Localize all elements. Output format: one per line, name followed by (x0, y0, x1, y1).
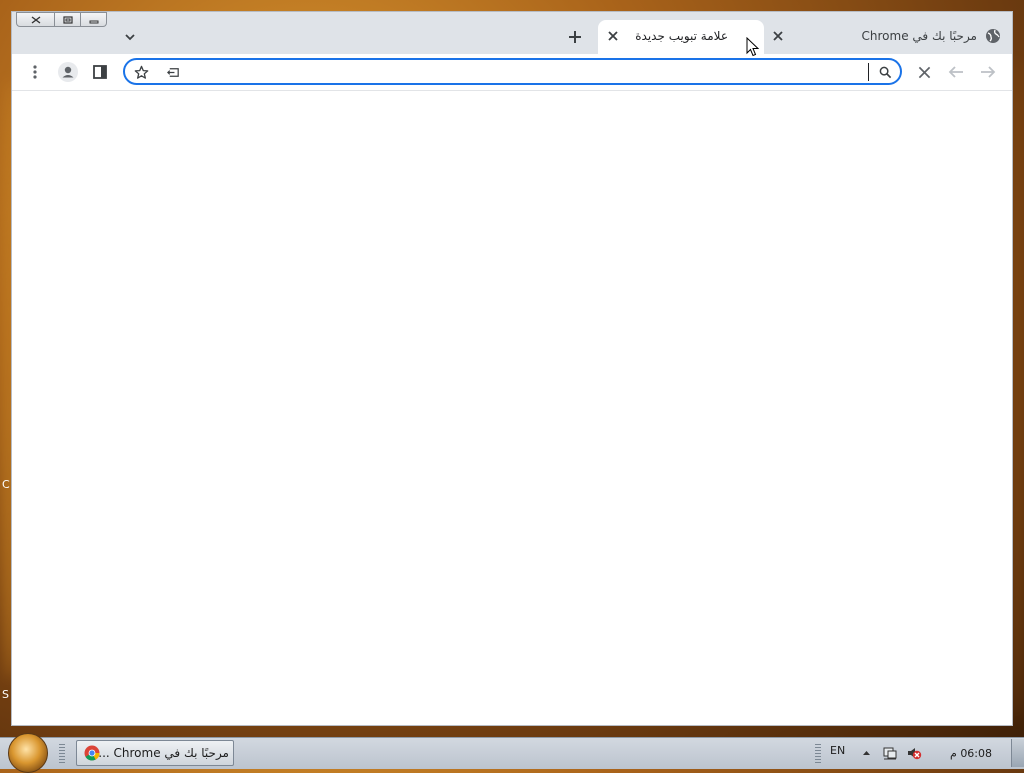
bookmark-star-button[interactable] (132, 63, 150, 81)
volume-muted-icon[interactable] (906, 745, 922, 761)
taskbar: مرحبًا بك في Chrome ... EN 06:08 م (0, 733, 1024, 773)
arrow-right-icon (981, 66, 996, 78)
speaker-muted-icon (908, 748, 922, 760)
network-icon[interactable] (882, 745, 898, 761)
search-icon (879, 66, 891, 78)
text-caret (868, 63, 869, 81)
tray-grip[interactable] (815, 744, 821, 764)
tab-strip: علامة تبويب جديدة مرحبًا بك في Chrome (12, 12, 1012, 54)
tab-search-button[interactable] (120, 27, 140, 47)
kebab-menu-icon (33, 65, 37, 79)
window-minimize-button[interactable] (81, 12, 107, 27)
menu-button[interactable] (24, 61, 46, 83)
share-button[interactable] (164, 63, 182, 81)
star-icon (134, 65, 148, 79)
window-restore-button[interactable] (55, 12, 81, 27)
tab-title: علامة تبويب جديدة (635, 29, 728, 43)
profile-avatar-icon (58, 62, 78, 82)
side-panel-icon (93, 65, 107, 79)
new-tab-button[interactable] (563, 25, 587, 49)
close-icon (31, 15, 40, 24)
taskbar-grip[interactable] (59, 744, 65, 764)
page-content (12, 91, 1012, 725)
forward-button[interactable] (977, 61, 999, 83)
language-indicator[interactable]: EN (830, 744, 845, 757)
chevron-up-icon (862, 751, 870, 755)
desktop-icon-label-c: C (2, 478, 10, 491)
chrome-window: علامة تبويب جديدة مرحبًا بك في Chrome (11, 11, 1013, 726)
window-close-button[interactable] (16, 12, 55, 27)
network-icon-graphic (883, 747, 897, 760)
side-panel-button[interactable] (89, 61, 111, 83)
restore-icon (62, 15, 73, 24)
tab-close-button[interactable] (769, 27, 787, 45)
globe-icon (986, 29, 1000, 43)
show-hidden-icons-button[interactable] (858, 745, 874, 761)
back-button[interactable] (945, 61, 967, 83)
address-input[interactable] (181, 62, 865, 83)
stop-loading-button[interactable] (913, 61, 935, 83)
close-icon (608, 31, 618, 41)
search-button[interactable] (876, 63, 894, 81)
start-button[interactable] (8, 733, 48, 773)
arrow-left-icon (948, 66, 963, 78)
window-caption-buttons (16, 12, 107, 27)
clock[interactable]: 06:08 م (950, 747, 992, 760)
toolbar (12, 54, 1012, 91)
minimize-icon (89, 20, 98, 23)
chevron-down-icon (125, 34, 135, 41)
mouse-cursor-icon (746, 37, 760, 57)
plus-icon (569, 31, 581, 43)
address-bar[interactable] (123, 58, 902, 85)
tab-new-tab[interactable]: علامة تبويب جديدة (598, 20, 764, 54)
tab-close-button[interactable] (604, 27, 622, 45)
close-icon (918, 66, 930, 78)
close-icon (773, 31, 783, 41)
desktop-icon-label-s: S (2, 688, 9, 701)
profile-button[interactable] (57, 61, 79, 83)
share-icon (166, 67, 179, 77)
taskbar-chrome-button[interactable]: مرحبًا بك في Chrome ... (76, 740, 234, 766)
tab-title: مرحبًا بك في Chrome (861, 29, 977, 43)
taskbar-button-label: مرحبًا بك في Chrome ... (98, 746, 229, 760)
tab-welcome[interactable]: مرحبًا بك في Chrome (767, 20, 1007, 54)
show-desktop-button[interactable] (1011, 739, 1024, 767)
